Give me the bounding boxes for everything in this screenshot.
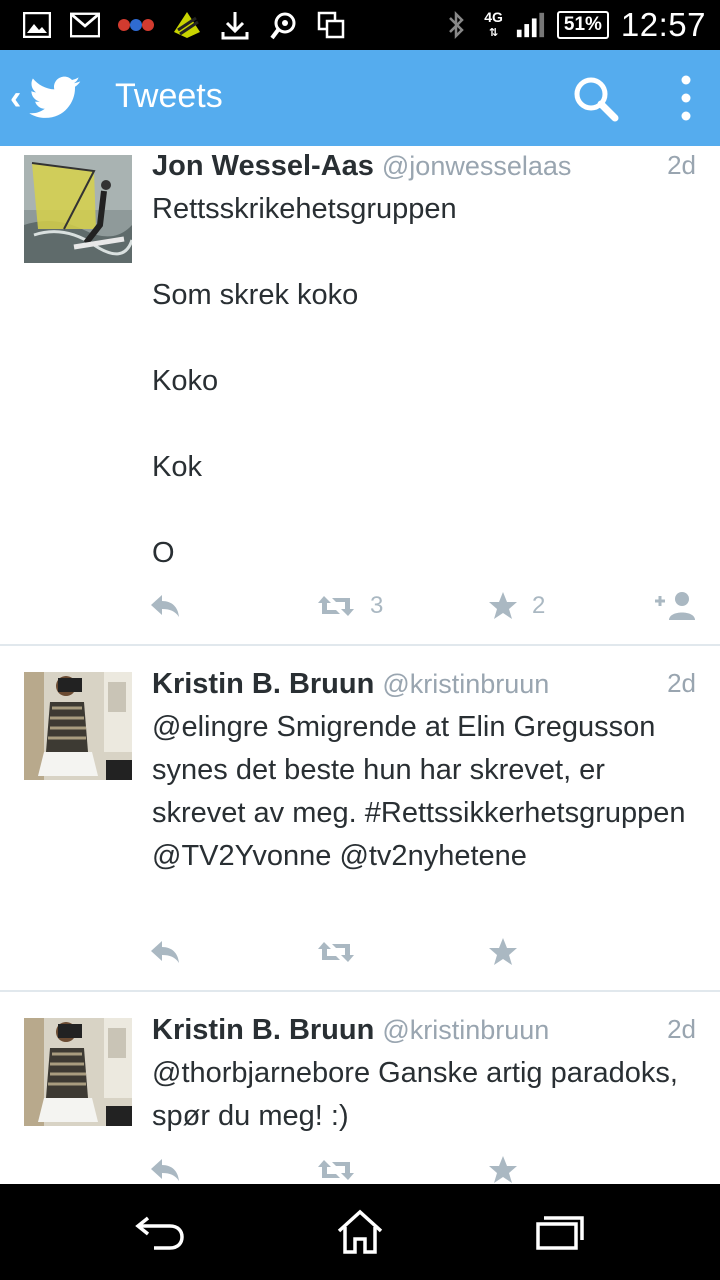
- tweet-header: Kristin B. Bruun @kristinbruun 2d: [152, 1014, 696, 1048]
- more-vertical-icon: [681, 75, 691, 121]
- star-icon: [489, 938, 517, 965]
- chevron-left-icon: ‹: [10, 78, 22, 117]
- tweet[interactable]: Kristin B. Bruun @kristinbruun 2d @elingr…: [0, 646, 720, 990]
- author-handle[interactable]: @kristinbruun: [382, 669, 549, 699]
- tweet-timestamp: 2d: [667, 1014, 696, 1044]
- retweet-button[interactable]: [316, 1150, 356, 1184]
- tweet-timestamp: 2d: [667, 150, 696, 180]
- retweet-button[interactable]: 3: [316, 586, 383, 626]
- clock: 12:57: [620, 6, 706, 43]
- tweet[interactable]: Kristin B. Bruun @kristinbruun 2d @thorbj…: [0, 992, 720, 1184]
- status-bar: 4G ⇅ 51% 12:57: [0, 0, 720, 50]
- favorite-button[interactable]: 2: [488, 586, 545, 626]
- author-handle[interactable]: @kristinbruun: [382, 1015, 549, 1045]
- retweet-button[interactable]: [316, 932, 356, 972]
- search-button[interactable]: [565, 68, 625, 128]
- network-type: 4G ⇅: [484, 9, 503, 39]
- app-bar: ‹ Tweets: [0, 50, 720, 146]
- sync-icon: [268, 10, 298, 40]
- tweet-text: Rettsskrikehetsgruppen Som skrek koko Ko…: [152, 193, 457, 569]
- follow-button[interactable]: [653, 586, 697, 626]
- navigation-bar: [0, 1184, 720, 1280]
- twitter-bird-icon: [29, 76, 81, 118]
- notification-icons: [22, 8, 346, 42]
- tweet-actions: [148, 932, 700, 972]
- reply-button[interactable]: [148, 932, 182, 972]
- tweet-header: Kristin B. Bruun @kristinbruun 2d: [152, 668, 696, 702]
- retweet-count: 3: [370, 592, 384, 619]
- author-name[interactable]: Kristin B. Bruun: [152, 1014, 374, 1046]
- back-button[interactable]: ‹: [4, 50, 104, 146]
- reply-button[interactable]: [148, 1150, 182, 1184]
- tweet-header: Jon Wessel-Aas @jonwesselaas 2d: [152, 150, 696, 184]
- tweet-actions: [148, 1150, 700, 1184]
- tweet[interactable]: Jon Wessel-Aas @jonwesselaas 2d Rettsskri…: [0, 146, 720, 644]
- system-icons: 4G ⇅ 51% 12:57: [442, 4, 706, 46]
- author-handle[interactable]: @jonwesselaas: [382, 151, 572, 181]
- battery-indicator: 51%: [556, 11, 609, 39]
- author-name[interactable]: Jon Wessel-Aas: [152, 150, 374, 182]
- retweet-icon: [318, 1160, 354, 1180]
- screenshot-icon: [316, 10, 346, 40]
- tweet-actions: 3 2: [148, 586, 700, 626]
- app-icon: [172, 10, 202, 40]
- add-user-icon: [655, 592, 695, 620]
- avatar[interactable]: [24, 1018, 132, 1126]
- fmt-icon: [118, 10, 154, 40]
- nav-home-button[interactable]: [330, 1202, 390, 1262]
- favorite-count: 2: [532, 592, 546, 619]
- favorite-button[interactable]: [488, 1150, 518, 1184]
- nav-recents-button[interactable]: [530, 1202, 590, 1262]
- reply-button[interactable]: [148, 586, 182, 626]
- reply-icon: [151, 595, 179, 617]
- back-arrow-icon: [135, 1216, 184, 1250]
- avatar[interactable]: [24, 155, 132, 263]
- retweet-icon: [318, 942, 354, 962]
- gallery-icon: [22, 10, 52, 40]
- bluetooth-icon: [442, 10, 472, 40]
- star-icon: [489, 1156, 517, 1183]
- tweet-text: @elingre Smigrende at Elin Gregusson syn…: [152, 711, 686, 872]
- avatar[interactable]: [24, 672, 132, 780]
- author-name[interactable]: Kristin B. Bruun: [152, 668, 374, 700]
- search-icon: [574, 77, 619, 122]
- recent-apps-icon: [536, 1216, 584, 1250]
- signal-icon: [515, 10, 545, 40]
- retweet-icon: [318, 596, 354, 616]
- reply-icon: [151, 1159, 179, 1181]
- gmail-icon: [70, 10, 100, 40]
- nav-back-button[interactable]: [130, 1202, 190, 1262]
- tweet-timestamp: 2d: [667, 668, 696, 698]
- page-title: Tweets: [115, 77, 223, 115]
- tweet-text: @thorbjarnebore Ganske artig paradoks, s…: [152, 1057, 678, 1132]
- overflow-menu-button[interactable]: [662, 68, 710, 128]
- star-icon: [489, 592, 517, 619]
- favorite-button[interactable]: [488, 932, 518, 972]
- reply-icon: [151, 941, 179, 963]
- home-icon: [337, 1209, 383, 1254]
- download-icon: [220, 10, 250, 40]
